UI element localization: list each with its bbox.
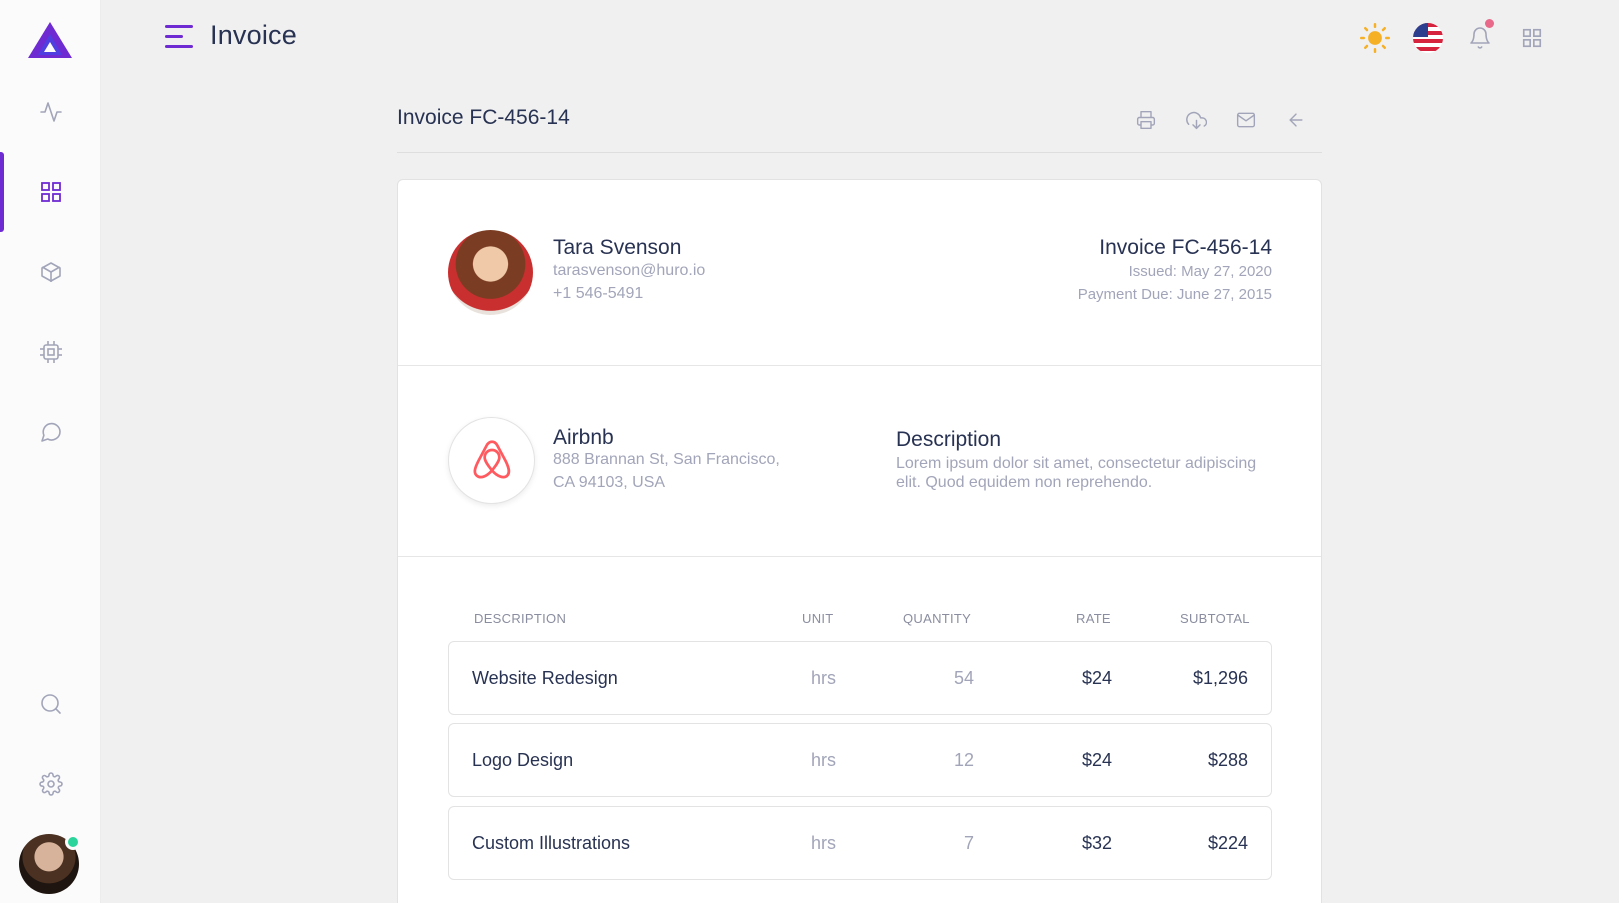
sun-icon bbox=[1360, 23, 1390, 53]
bell-icon bbox=[1470, 27, 1490, 49]
payment-due-date: Payment Due: June 27, 2015 bbox=[1077, 286, 1272, 303]
menu-toggle-button[interactable] bbox=[165, 25, 193, 49]
hamburger-line-top bbox=[165, 25, 193, 28]
mail-icon bbox=[1236, 112, 1256, 128]
row-quantity: 12 bbox=[953, 750, 974, 770]
sidebar-item-components[interactable] bbox=[0, 242, 101, 302]
row-description: Logo Design bbox=[472, 750, 574, 770]
activity-icon bbox=[39, 102, 62, 122]
company-address-line1: 888 Brannan St, San Francisco, bbox=[553, 451, 780, 468]
row-quantity: 54 bbox=[953, 668, 974, 688]
col-header-subtotal: SUBTOTAL bbox=[1180, 611, 1250, 626]
sidebar-search-button[interactable] bbox=[0, 674, 101, 734]
invoice-card: Tara Svenson tarasvenson@huro.io +1 546-… bbox=[397, 179, 1322, 903]
table-row[interactable]: Logo Design hrs 12 $24 $288 bbox=[448, 723, 1272, 797]
row-rate: $24 bbox=[1081, 750, 1112, 770]
row-subtotal: $288 bbox=[1207, 750, 1248, 770]
row-subtotal: $224 bbox=[1207, 833, 1248, 853]
row-description: Website Redesign bbox=[472, 668, 618, 688]
table-row[interactable]: Custom Illustrations hrs 7 $32 $224 bbox=[448, 806, 1272, 880]
invoice-number: Invoice FC-456-14 bbox=[1099, 236, 1272, 259]
invoice-heading: Invoice FC-456-14 bbox=[397, 106, 570, 129]
row-unit: hrs bbox=[810, 833, 836, 853]
cpu-icon bbox=[39, 341, 62, 363]
notification-dot bbox=[1485, 19, 1494, 28]
language-selector[interactable] bbox=[1411, 21, 1445, 55]
printer-icon bbox=[1136, 110, 1156, 130]
company-name: Airbnb bbox=[553, 426, 614, 449]
arrow-left-icon bbox=[1289, 113, 1303, 127]
airbnb-logo-icon bbox=[473, 439, 510, 478]
header-divider bbox=[397, 152, 1322, 153]
client-email: tarasvenson@huro.io bbox=[553, 262, 706, 279]
message-circle-icon bbox=[40, 422, 61, 442]
client-name: Tara Svenson bbox=[553, 236, 682, 259]
client-photo bbox=[448, 230, 533, 315]
back-button[interactable] bbox=[1281, 105, 1311, 135]
page-title: Invoice bbox=[210, 20, 297, 50]
client-phone: +1 546-5491 bbox=[553, 285, 644, 302]
table-row[interactable]: Website Redesign hrs 54 $24 $1,296 bbox=[448, 641, 1272, 715]
user-avatar[interactable] bbox=[19, 834, 81, 896]
col-header-unit: UNIT bbox=[802, 611, 834, 626]
company-address-line2: CA 94103, USA bbox=[553, 474, 666, 491]
description-text: Lorem ipsum dolor sit amet, consectetur … bbox=[896, 455, 1257, 491]
row-unit: hrs bbox=[810, 668, 836, 688]
apps-button[interactable] bbox=[1515, 21, 1549, 55]
col-header-description: DESCRIPTION bbox=[474, 611, 567, 626]
box-icon bbox=[40, 262, 61, 282]
search-icon bbox=[40, 694, 61, 714]
section-divider bbox=[398, 365, 1321, 366]
us-flag-icon bbox=[1413, 23, 1443, 53]
settings-icon bbox=[38, 772, 63, 796]
sidebar-item-activity[interactable] bbox=[0, 82, 101, 142]
row-rate: $32 bbox=[1081, 833, 1112, 853]
sidebar-item-dashboard[interactable] bbox=[0, 152, 101, 232]
hamburger-line-bottom bbox=[165, 45, 193, 48]
row-rate: $24 bbox=[1081, 668, 1112, 688]
brand-logo[interactable] bbox=[27, 20, 73, 60]
notifications-button[interactable] bbox=[1463, 19, 1497, 55]
row-unit: hrs bbox=[810, 750, 836, 770]
theme-toggle-button[interactable] bbox=[1358, 21, 1392, 55]
sidebar-item-messages[interactable] bbox=[0, 402, 101, 462]
row-description: Custom Illustrations bbox=[472, 833, 631, 853]
email-button[interactable] bbox=[1231, 105, 1261, 135]
hamburger-line-middle bbox=[165, 35, 183, 38]
col-header-quantity: QUANTITY bbox=[903, 611, 972, 626]
apps-grid-icon bbox=[1522, 28, 1542, 48]
online-status-dot bbox=[65, 834, 81, 850]
print-button[interactable] bbox=[1131, 105, 1161, 135]
row-quantity: 7 bbox=[963, 833, 974, 853]
download-cloud-icon bbox=[1185, 111, 1207, 129]
download-button[interactable] bbox=[1181, 105, 1211, 135]
sidebar bbox=[0, 0, 101, 903]
description-title: Description bbox=[896, 428, 1002, 451]
sidebar-settings-button[interactable] bbox=[0, 754, 101, 814]
col-header-rate: RATE bbox=[1076, 611, 1111, 626]
row-subtotal: $1,296 bbox=[1192, 668, 1248, 688]
company-logo bbox=[448, 417, 535, 504]
sidebar-item-elements[interactable] bbox=[0, 322, 101, 382]
section-divider bbox=[398, 556, 1321, 557]
issued-date: Issued: May 27, 2020 bbox=[1128, 263, 1272, 280]
grid-icon bbox=[40, 182, 61, 202]
